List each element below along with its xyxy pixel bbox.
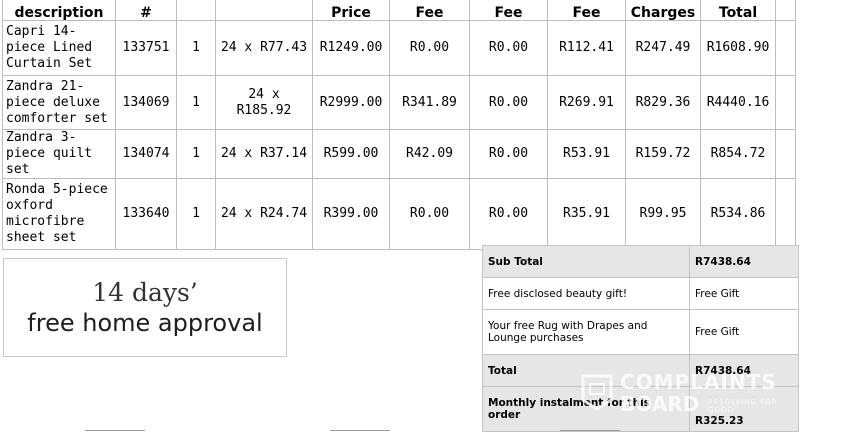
item-fee1: R0.00: [389, 178, 470, 250]
item-instalments: 24 x R24.74: [215, 178, 313, 250]
col-description-header: description: [2, 0, 116, 21]
subtotal-value: R7438.64: [689, 245, 799, 278]
beauty-gift-row: Free disclosed beauty gift! Free Gift: [482, 277, 799, 310]
total-label: Total: [482, 354, 690, 387]
item-charges: R159.72: [625, 129, 701, 179]
col-price-header: Price: [312, 0, 390, 21]
divider: [560, 430, 620, 437]
item-fee3: R112.41: [547, 20, 626, 76]
item-total: R4440.16: [700, 75, 776, 130]
col-fee1-header: Fee: [389, 0, 470, 21]
item-fee2: R0.00: [469, 178, 548, 250]
rug-gift-row: Your free Rug with Drapes and Lounge pur…: [482, 309, 799, 355]
total-row: Total R7438.64: [482, 354, 799, 387]
item-fee2: R0.00: [469, 129, 548, 179]
item-code: 133640: [115, 178, 177, 250]
item-code: 134069: [115, 75, 177, 130]
item-price: R1249.00: [312, 20, 390, 76]
table-row: Ronda 5-piece oxford microfibre sheet se…: [2, 178, 796, 250]
order-items-table: description # Price Fee Fee Fee Charges …: [2, 0, 796, 250]
table-row: Zandra 21-piece deluxe comforter set 134…: [2, 75, 796, 130]
free-home-approval-banner: 14 days’ free home approval: [3, 258, 287, 357]
item-charges: R829.36: [625, 75, 701, 130]
item-extra: [775, 129, 796, 179]
col-instalments-header: [215, 0, 313, 21]
col-fee3-header: Fee: [547, 0, 626, 21]
col-code-header: #: [115, 0, 177, 21]
col-total-header: Total: [700, 0, 776, 21]
order-header-row: description # Price Fee Fee Fee Charges …: [2, 0, 796, 21]
approval-days-text: 14 days’: [92, 277, 198, 307]
item-price: R599.00: [312, 129, 390, 179]
item-extra: [775, 75, 796, 130]
item-qty: 1: [176, 20, 216, 76]
item-instalments: 24 x R37.14: [215, 129, 313, 179]
col-extra-header: [775, 0, 796, 21]
item-fee1: R42.09: [389, 129, 470, 179]
item-description: Ronda 5-piece oxford microfibre sheet se…: [2, 178, 116, 250]
beauty-gift-value: Free Gift: [689, 277, 799, 310]
subtotal-row: Sub Total R7438.64: [482, 245, 799, 278]
monthly-instalment-row: Monthly instalment for this order R325.2…: [482, 386, 799, 432]
item-fee3: R269.91: [547, 75, 626, 130]
item-description: Zandra 21-piece deluxe comforter set: [2, 75, 116, 130]
approval-caption-text: free home approval: [27, 308, 263, 337]
item-fee3: R53.91: [547, 129, 626, 179]
item-code: 134074: [115, 129, 177, 179]
item-qty: 1: [176, 75, 216, 130]
item-fee1: R341.89: [389, 75, 470, 130]
divider: [330, 430, 390, 437]
item-fee2: R0.00: [469, 20, 548, 76]
divider: [85, 430, 145, 437]
beauty-gift-label: Free disclosed beauty gift!: [482, 277, 690, 310]
col-fee2-header: Fee: [469, 0, 548, 21]
item-qty: 1: [176, 178, 216, 250]
col-qty-header: [176, 0, 216, 21]
item-price: R2999.00: [312, 75, 390, 130]
item-fee3: R35.91: [547, 178, 626, 250]
rug-gift-value: Free Gift: [689, 309, 799, 355]
item-charges: R99.95: [625, 178, 701, 250]
monthly-instalment-label: Monthly instalment for this order: [482, 386, 690, 432]
table-row: Capri 14-piece Lined Curtain Set 133751 …: [2, 20, 796, 76]
item-charges: R247.49: [625, 20, 701, 76]
item-total: R534.86: [700, 178, 776, 250]
item-instalments: 24 x R77.43: [215, 20, 313, 76]
item-extra: [775, 178, 796, 250]
order-totals-table: Sub Total R7438.64 Free disclosed beauty…: [482, 245, 799, 432]
monthly-instalment-value: R325.23: [689, 386, 799, 432]
item-fee2: R0.00: [469, 75, 548, 130]
col-charges-header: Charges: [625, 0, 701, 21]
item-instalments: 24 x R185.92: [215, 75, 313, 130]
item-code: 133751: [115, 20, 177, 76]
rug-gift-label: Your free Rug with Drapes and Lounge pur…: [482, 309, 690, 355]
item-qty: 1: [176, 129, 216, 179]
item-description: Capri 14-piece Lined Curtain Set: [2, 20, 116, 76]
item-fee1: R0.00: [389, 20, 470, 76]
table-row: Zandra 3-piece quilt set 134074 1 24 x R…: [2, 129, 796, 179]
subtotal-label: Sub Total: [482, 245, 690, 278]
total-value: R7438.64: [689, 354, 799, 387]
next-row-fragment: [0, 429, 841, 437]
item-extra: [775, 20, 796, 76]
item-description: Zandra 3-piece quilt set: [2, 129, 116, 179]
item-total: R1608.90: [700, 20, 776, 76]
item-total: R854.72: [700, 129, 776, 179]
item-price: R399.00: [312, 178, 390, 250]
